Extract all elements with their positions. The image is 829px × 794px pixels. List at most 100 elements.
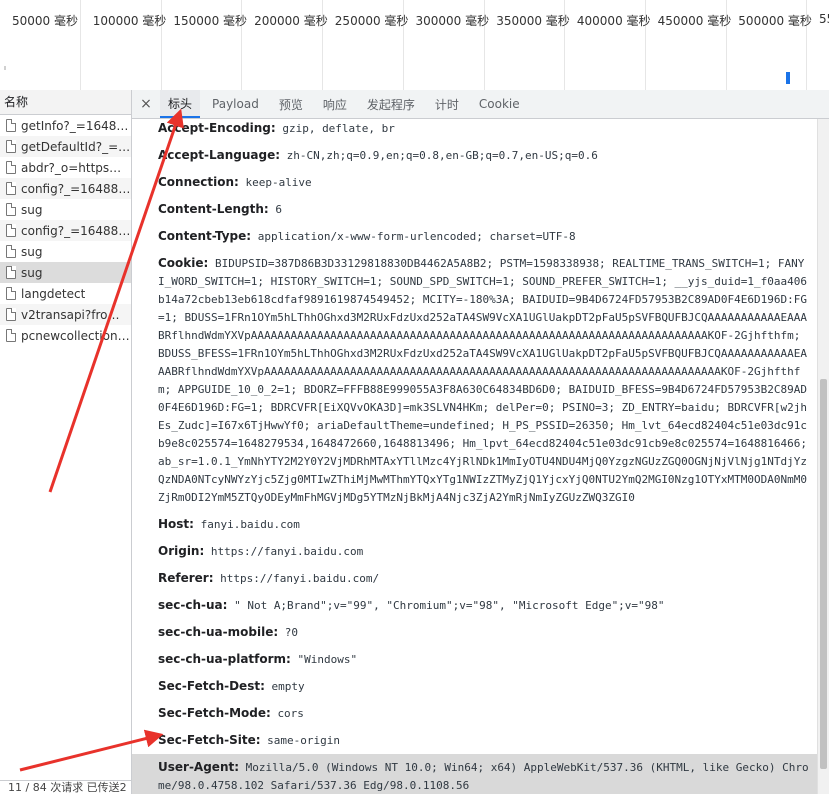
header-value: https://fanyi.baidu.com bbox=[210, 545, 364, 558]
request-row[interactable]: abdr?_o=https%3... bbox=[0, 157, 131, 178]
request-name: sug bbox=[21, 202, 43, 217]
header-row[interactable]: Host: fanyi.baidu.com bbox=[132, 511, 818, 538]
request-items: getInfo?_=164881... getDefaultId?_=1...ab… bbox=[0, 115, 131, 346]
document-icon bbox=[6, 161, 16, 174]
request-row[interactable]: pcnewcollection?r... bbox=[0, 325, 131, 346]
header-name: Sec-Fetch-Site: bbox=[158, 733, 261, 747]
header-value: empty bbox=[271, 680, 305, 693]
request-name: v2transapi?from=... bbox=[21, 307, 131, 322]
name-column-header[interactable]: 名称 bbox=[0, 90, 131, 115]
document-icon bbox=[6, 140, 16, 153]
header-name: Accept-Encoding: bbox=[158, 121, 276, 135]
request-name: pcnewcollection?r... bbox=[21, 328, 131, 343]
scrollbar-thumb[interactable] bbox=[820, 379, 827, 769]
header-row[interactable]: Sec-Fetch-Site: same-origin bbox=[132, 727, 818, 754]
header-name: Accept-Language: bbox=[158, 148, 281, 162]
header-row[interactable]: Connection: keep-alive bbox=[132, 169, 818, 196]
header-row[interactable]: Sec-Fetch-Dest: empty bbox=[132, 673, 818, 700]
request-name: langdetect bbox=[21, 286, 86, 301]
header-row[interactable]: Referer: https://fanyi.baidu.com/ bbox=[132, 565, 818, 592]
header-row[interactable]: Origin: https://fanyi.baidu.com bbox=[132, 538, 818, 565]
header-row[interactable]: Accept-Language: zh-CN,zh;q=0.9,en;q=0.8… bbox=[132, 142, 818, 169]
request-row[interactable]: sug bbox=[0, 199, 131, 220]
document-icon bbox=[6, 119, 16, 132]
header-value: Mozilla/5.0 (Windows NT 10.0; Win64; x64… bbox=[158, 761, 809, 792]
request-row[interactable]: langdetect bbox=[0, 283, 131, 304]
header-value: gzip, deflate, br bbox=[282, 122, 395, 135]
header-name: Host: bbox=[158, 517, 194, 531]
timeline-marker bbox=[4, 66, 6, 70]
timeline-tick-label: 350000 毫秒 bbox=[496, 14, 570, 28]
header-row[interactable]: sec-ch-ua-platform: "Windows" bbox=[132, 646, 818, 673]
network-timeline[interactable]: 50000 毫秒 100000 毫秒 150000 毫秒 200000 毫秒 25000… bbox=[0, 0, 829, 91]
header-row[interactable]: Content-Length: 6 bbox=[132, 196, 818, 223]
request-name: getDefaultId?_=1... bbox=[21, 139, 131, 154]
header-name: Origin: bbox=[158, 544, 205, 558]
document-icon bbox=[6, 308, 16, 321]
header-row[interactable]: Sec-Fetch-Mode: cors bbox=[132, 700, 818, 727]
tab-3[interactable]: 响应 bbox=[315, 90, 355, 118]
timeline-tick-label: 500000 毫秒 bbox=[738, 14, 812, 28]
close-icon[interactable]: × bbox=[132, 90, 160, 118]
request-name: abdr?_o=https%3... bbox=[21, 160, 131, 175]
timeline-gridline bbox=[80, 0, 81, 90]
request-name: getInfo?_=164881... bbox=[21, 118, 131, 133]
header-row[interactable]: User-Agent: Mozilla/5.0 (Windows NT 10.0… bbox=[132, 754, 818, 794]
tab-0[interactable]: 标头 bbox=[160, 90, 201, 118]
document-icon bbox=[6, 182, 16, 195]
header-name: Cookie: bbox=[158, 256, 209, 270]
header-name: Sec-Fetch-Mode: bbox=[158, 706, 271, 720]
header-name: Content-Type: bbox=[158, 229, 252, 243]
document-icon bbox=[6, 245, 16, 258]
request-row[interactable]: sug bbox=[0, 262, 131, 283]
header-row[interactable]: sec-ch-ua: " Not A;Brand";v="99", "Chrom… bbox=[132, 592, 818, 619]
request-headers-list: Accept-Encoding: gzip, deflate, br Accept… bbox=[132, 119, 818, 794]
timeline-tick-label: 300000 毫秒 bbox=[415, 14, 490, 28]
request-row[interactable]: v2transapi?from=... bbox=[0, 304, 131, 325]
tab-6[interactable]: Cookie bbox=[471, 90, 528, 118]
header-value: fanyi.baidu.com bbox=[200, 518, 300, 531]
timeline-tick-label: 50000 毫秒 bbox=[12, 14, 78, 28]
document-icon bbox=[6, 266, 16, 279]
request-row[interactable]: config?_=164881... bbox=[0, 220, 131, 241]
header-name: sec-ch-ua-platform: bbox=[158, 652, 291, 666]
tab-4[interactable]: 发起程序 bbox=[359, 90, 423, 118]
detail-tabs: × 标头 Payload 预览 响应 发起程序 计时 Cookie bbox=[132, 90, 829, 119]
header-name: Sec-Fetch-Dest: bbox=[158, 679, 265, 693]
header-value: https://fanyi.baidu.com/ bbox=[220, 572, 380, 585]
document-icon bbox=[6, 329, 16, 342]
network-status-bar: 11 / 84 次请求 已传送2 bbox=[0, 780, 131, 794]
timeline-tick-label: 200000 毫秒 bbox=[254, 14, 328, 28]
header-value: same-origin bbox=[267, 734, 341, 747]
header-value: 6 bbox=[275, 203, 282, 216]
tab-2[interactable]: 预览 bbox=[271, 90, 311, 118]
document-icon bbox=[6, 224, 16, 237]
tab-1[interactable]: Payload bbox=[204, 90, 267, 118]
header-row[interactable]: Accept-Encoding: gzip, deflate, br bbox=[132, 119, 818, 142]
header-name: Content-Length: bbox=[158, 202, 269, 216]
timeline-tick-label: 450000 毫秒 bbox=[657, 14, 732, 28]
headers-scrollbar[interactable] bbox=[817, 119, 829, 794]
header-name: Referer: bbox=[158, 571, 214, 585]
header-value: keep-alive bbox=[245, 176, 312, 189]
request-name: sug bbox=[21, 265, 43, 280]
header-row[interactable]: Content-Type: application/x-www-form-url… bbox=[132, 223, 818, 250]
header-row[interactable]: Cookie: BIDUPSID=387D86B3D33129818830DB4… bbox=[132, 250, 818, 511]
request-row[interactable]: getDefaultId?_=1... bbox=[0, 136, 131, 157]
header-name: sec-ch-ua-mobile: bbox=[158, 625, 279, 639]
header-row[interactable]: sec-ch-ua-mobile: ?0 bbox=[132, 619, 818, 646]
request-row[interactable]: getInfo?_=164881... bbox=[0, 115, 131, 136]
header-value: BIDUPSID=387D86B3D33129818830DB4462A5A8B… bbox=[158, 257, 808, 504]
request-detail-pane: × 标头 Payload 预览 响应 发起程序 计时 Cookie Accept-Encod… bbox=[132, 90, 829, 794]
document-icon bbox=[6, 203, 16, 216]
header-value: "Windows" bbox=[297, 653, 358, 666]
timeline-tick-label: 150000 毫秒 bbox=[173, 14, 248, 28]
tab-5[interactable]: 计时 bbox=[427, 90, 467, 118]
header-name: sec-ch-ua: bbox=[158, 598, 228, 612]
header-value: cors bbox=[277, 707, 304, 720]
timeline-tick-label: 250000 毫秒 bbox=[334, 14, 409, 28]
request-row[interactable]: sug bbox=[0, 241, 131, 262]
header-value: " Not A;Brand";v="99", "Chromium";v="98"… bbox=[234, 599, 665, 612]
request-row[interactable]: config?_=164881... bbox=[0, 178, 131, 199]
header-name: User-Agent: bbox=[158, 760, 240, 774]
